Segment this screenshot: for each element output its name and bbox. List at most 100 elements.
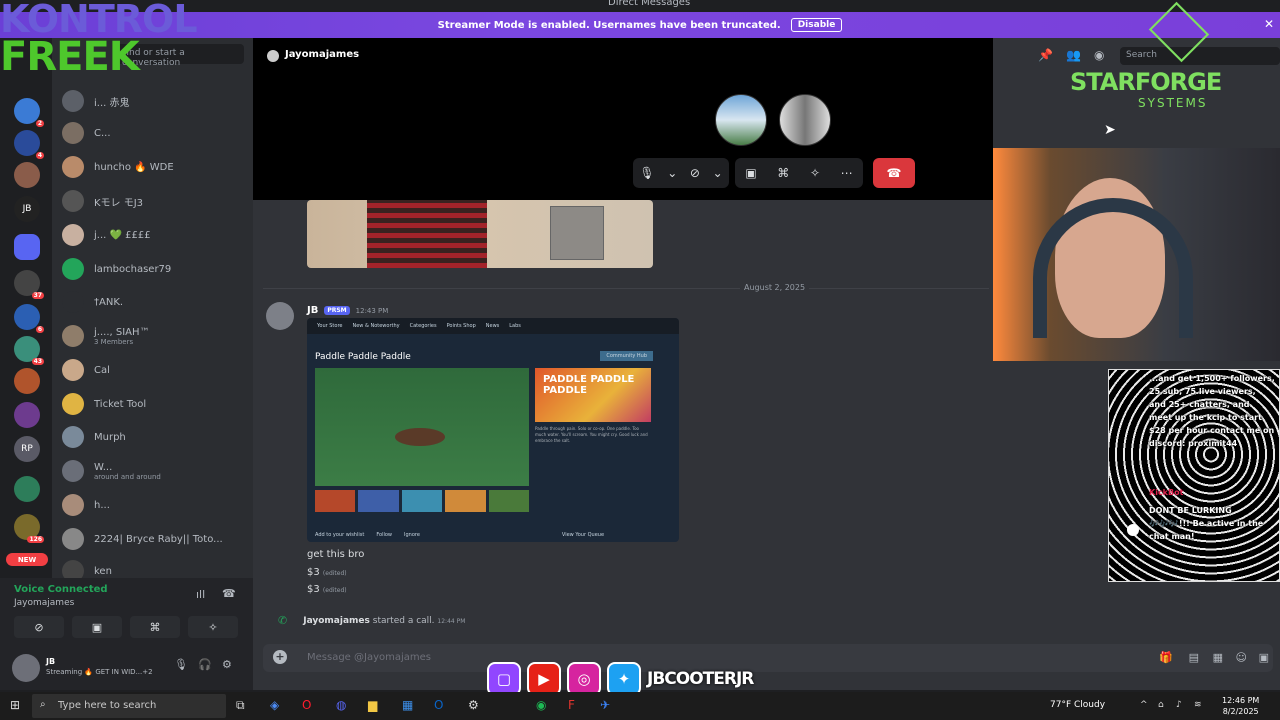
file-explorer-icon[interactable]: ▆ (368, 698, 377, 712)
server-icon[interactable] (14, 162, 40, 188)
steam-store-image[interactable]: Your Store New & Noteworthy Categories P… (307, 318, 679, 542)
message-author[interactable]: JB (307, 305, 318, 316)
soundboard-icon[interactable]: ✧ (810, 166, 820, 180)
copilot-icon[interactable]: ◈ (270, 698, 279, 712)
dm-item[interactable]: Ticket Tool (62, 389, 247, 419)
server-icon[interactable] (14, 402, 40, 428)
folder-icon[interactable] (14, 234, 40, 260)
app-icon[interactable]: F (568, 698, 575, 712)
dm-item[interactable]: W... around and around (62, 456, 247, 486)
search-input[interactable]: Search (1120, 47, 1280, 65)
chevron-up-icon[interactable]: ^ (1140, 700, 1148, 710)
dm-item[interactable]: j...., SIAH™ 3 Members (62, 321, 247, 351)
disconnect-icon[interactable]: ☎ (222, 587, 236, 600)
gif-icon[interactable]: ▤ (1189, 651, 1199, 664)
participant-avatar[interactable] (779, 94, 831, 146)
dm-item[interactable]: j... 💚 ££££ (62, 220, 247, 250)
dm-item[interactable]: Cal (62, 355, 247, 385)
steam-nav: Your Store New & Noteworthy Categories P… (307, 318, 679, 334)
server-icon[interactable]: 2 (14, 98, 44, 127)
new-servers-pill[interactable]: NEW (6, 553, 48, 566)
add-friend-icon[interactable]: 👥 (1066, 48, 1081, 62)
game-capsule: PADDLE PADDLE PADDLE (535, 368, 651, 422)
dm-item[interactable]: h... (62, 490, 247, 520)
server-icon[interactable]: 6 (14, 304, 44, 333)
opera-icon[interactable]: O (302, 698, 311, 712)
server-icon[interactable]: 43 (14, 336, 44, 365)
steam-nav-item: Your Store (317, 323, 343, 329)
add-attachment-icon[interactable]: + (273, 650, 287, 664)
voice-connected-panel: Voice Connected Jayomajames ıll ☎ ⊘ ▣ ⌘ … (0, 578, 253, 648)
apps-icon[interactable]: ▣ (1259, 651, 1269, 664)
image-attachment[interactable] (307, 200, 653, 268)
activity-button[interactable]: ⌘ (130, 616, 180, 638)
dm-item[interactable]: C... (62, 118, 247, 148)
network-icon[interactable]: ⌂ (1158, 700, 1164, 710)
gear-icon[interactable]: ⚙ (222, 658, 232, 671)
dm-item[interactable]: lambochaser79 (62, 254, 247, 284)
weather-widget[interactable]: 77°F Cloudy (1050, 700, 1105, 710)
app-icon[interactable]: ✈ (600, 698, 610, 712)
microphone-icon[interactable]: 🎙 (639, 166, 654, 180)
dm-item[interactable]: huncho 🔥 WDE (62, 152, 247, 182)
wifi-icon[interactable]: ≋ (1194, 700, 1202, 710)
discord-icon[interactable]: ◍ (336, 698, 346, 712)
dm-item[interactable]: Murph (62, 422, 247, 452)
message-composer[interactable]: + Message @Jayomajames 🎁 ▤ ▦ ☺ ▣ (263, 644, 1273, 672)
soundboard-button[interactable]: ✧ (188, 616, 238, 638)
more-icon[interactable]: ⋯ (841, 166, 853, 180)
profile-icon[interactable]: ◉ (1094, 48, 1104, 62)
gift-icon[interactable]: 🎁 (1159, 651, 1173, 664)
end-call-button[interactable]: ☎ (873, 158, 915, 188)
chevron-down-icon[interactable]: ⌄ (667, 166, 677, 180)
chat-message: ...and get 1,500+ followers, 25 sub, 75 … (1149, 374, 1275, 448)
call-author[interactable]: Jayomajames (303, 616, 370, 626)
hangup-icon: ☎ (886, 166, 902, 180)
task-view-icon[interactable]: ⧉ (236, 698, 245, 713)
unread-badge: 126 (27, 536, 44, 543)
sticker-icon[interactable]: ▦ (1213, 651, 1223, 664)
taskbar-clock[interactable]: 12:46 PM 8/2/2025 (1222, 695, 1259, 717)
server-icon[interactable] (14, 476, 40, 502)
video-off-button[interactable]: ⊘ (14, 616, 64, 638)
emoji-icon[interactable]: ☺ (1236, 651, 1247, 664)
participant-avatar[interactable] (715, 94, 767, 146)
dm-item[interactable]: 2224| Bryce Raby|| Toto... (62, 524, 247, 554)
screen-share-button[interactable]: ▣ (72, 616, 122, 638)
server-icon[interactable]: RP (14, 436, 40, 462)
close-icon[interactable]: ✕ (1264, 17, 1274, 31)
logo-text-bottom: FREEK (0, 34, 140, 80)
noise-suppression-icon[interactable]: ıll (196, 588, 205, 601)
taskbar-search-input[interactable]: Type here to search (32, 694, 226, 718)
dm-subtitle: around and around (94, 472, 161, 481)
gamepad-icon[interactable]: ⌘ (777, 166, 789, 180)
camera-off-icon[interactable]: ⊘ (690, 166, 700, 180)
dm-item[interactable]: ken (62, 556, 247, 578)
server-icon[interactable]: 4 (14, 130, 44, 159)
chevron-down-icon[interactable]: ⌄ (713, 166, 723, 180)
pin-icon[interactable]: 📌 (1038, 48, 1053, 62)
dm-item[interactable]: †ANK. (62, 287, 247, 317)
server-icon[interactable] (14, 368, 40, 394)
screen-share-icon[interactable]: ▣ (745, 166, 756, 180)
avatar[interactable] (12, 654, 40, 682)
message-input[interactable]: Message @Jayomajames (307, 652, 431, 663)
steam-icon[interactable]: ⚙ (468, 698, 479, 712)
user-name: JB (46, 657, 56, 666)
headphones-icon[interactable]: 🎧 (198, 658, 212, 671)
windows-start-icon[interactable]: ⊞ (10, 698, 20, 712)
dm-item[interactable]: Kモレ モJ3 (62, 186, 247, 216)
avatar[interactable] (266, 302, 294, 330)
speaker-icon[interactable]: ♪ (1176, 700, 1182, 710)
server-icon[interactable]: JB (14, 196, 40, 222)
disable-streamer-mode-button[interactable]: Disable (790, 18, 843, 32)
outlook-icon[interactable]: O (434, 698, 443, 712)
server-icon[interactable]: 126 (14, 514, 44, 543)
spotify-icon[interactable]: ◉ (536, 698, 546, 712)
avatar (62, 528, 84, 550)
server-icon[interactable]: 37 (14, 270, 44, 299)
dm-item[interactable]: i... 赤鬼 (62, 86, 247, 116)
store-icon[interactable]: ▦ (402, 698, 413, 712)
microphone-icon[interactable]: 🎙 (174, 658, 188, 671)
voice-channel[interactable]: Jayomajames (14, 598, 74, 608)
